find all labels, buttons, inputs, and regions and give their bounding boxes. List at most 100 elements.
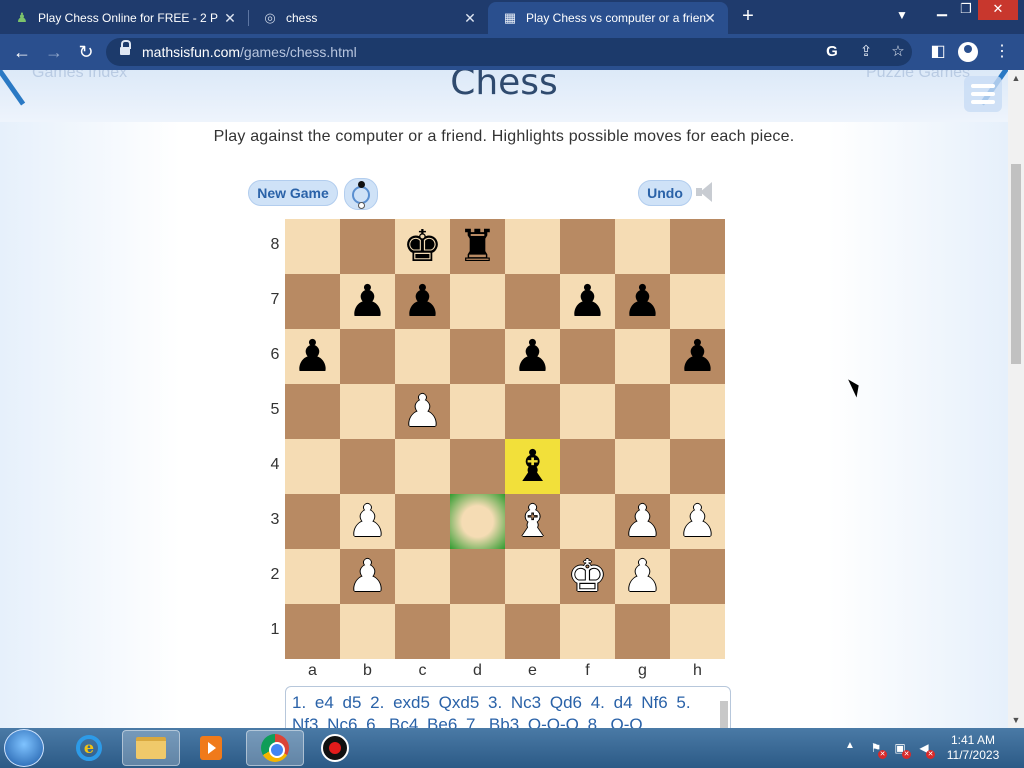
tab-chess-online[interactable]: ♟ Play Chess Online for FREE - 2 Pla ✕ [0,2,248,34]
square-d2[interactable] [450,549,505,604]
square-a3[interactable] [285,494,340,549]
share-icon[interactable]: ⇪ [856,42,876,62]
white-piece-e3[interactable]: ♝ [513,499,552,544]
square-c5[interactable]: ♟ [395,384,450,439]
square-b6[interactable] [340,329,395,384]
square-a6[interactable]: ♟ [285,329,340,384]
media-player-taskbar-item[interactable] [182,730,240,766]
black-piece-h6[interactable]: ♟ [678,334,717,379]
window-close-button[interactable]: ✕ [978,0,1018,20]
square-a2[interactable] [285,549,340,604]
square-h4[interactable] [670,439,725,494]
undo-button[interactable]: Undo [638,180,692,206]
square-a5[interactable] [285,384,340,439]
white-piece-b2[interactable]: ♟ [348,554,387,599]
white-piece-b3[interactable]: ♟ [348,499,387,544]
profile-avatar[interactable] [958,42,978,62]
bookmark-star-icon[interactable]: ☆ [888,42,908,62]
recorder-taskbar-item[interactable] [306,730,364,766]
square-b5[interactable] [340,384,395,439]
square-f4[interactable] [560,439,615,494]
difficulty-toggle-button[interactable] [344,178,378,210]
black-piece-e6[interactable]: ♟ [513,334,552,379]
new-tab-button[interactable]: + [738,6,758,26]
reload-button[interactable]: ↻ [74,40,98,64]
network-icon[interactable]: ▣ ✕ [892,740,911,759]
square-g8[interactable] [615,219,670,274]
menu-dots-icon[interactable]: ⋮ [990,40,1014,64]
chess-board[interactable]: ♚ ♜ ♟ ♟ ♟ ♟ ♟ ♟ ♟ ♟ ♝ ♟ ♝ ♟ ♟ ♟ ♚ ♟ [285,219,725,659]
file-explorer-taskbar-item[interactable] [122,730,180,766]
side-panel-icon[interactable]: ◧ [926,40,950,64]
square-d8[interactable]: ♜ [450,219,505,274]
tab-search-chevron-icon[interactable]: ▼ [896,8,908,22]
square-a4[interactable] [285,439,340,494]
sound-speaker-icon[interactable] [696,182,716,202]
square-c8[interactable]: ♚ [395,219,450,274]
square-g6[interactable] [615,329,670,384]
tab-play-chess-vs-computer[interactable]: ▦ Play Chess vs computer or a frien ✕ [488,2,728,34]
square-b8[interactable] [340,219,395,274]
show-hidden-icons-icon[interactable]: ▲ [845,740,855,751]
square-f1[interactable] [560,604,615,659]
black-piece-c8[interactable]: ♚ [403,224,442,269]
black-piece-g7[interactable]: ♟ [623,279,662,324]
black-piece-c7[interactable]: ♟ [403,279,442,324]
square-b7[interactable]: ♟ [340,274,395,329]
square-d6[interactable] [450,329,505,384]
square-f3[interactable] [560,494,615,549]
square-d5[interactable] [450,384,505,439]
square-g1[interactable] [615,604,670,659]
start-button[interactable] [4,729,44,767]
square-a1[interactable] [285,604,340,659]
white-piece-c5[interactable]: ♟ [403,389,442,434]
square-g7[interactable]: ♟ [615,274,670,329]
square-e5[interactable] [505,384,560,439]
url-field[interactable]: mathsisfun.com/games/chess.html G ⇪ ☆ [106,38,912,66]
square-e1[interactable] [505,604,560,659]
square-a7[interactable] [285,274,340,329]
square-h5[interactable] [670,384,725,439]
square-f6[interactable] [560,329,615,384]
black-piece-a6[interactable]: ♟ [293,334,332,379]
square-a8[interactable] [285,219,340,274]
google-icon[interactable]: G [822,42,842,62]
square-h1[interactable] [670,604,725,659]
tab-chess[interactable]: ◎ chess ✕ [248,2,488,34]
move-list[interactable]: 1. e4 d5 2. exd5 Qxd5 3. Nc3 Qd6 4. d4 N… [285,686,731,728]
square-b2[interactable]: ♟ [340,549,395,604]
system-clock[interactable]: 1:41 AM 11/7/2023 [940,733,1006,763]
action-center-icon[interactable]: ⚑ ✕ [868,740,887,759]
square-g4[interactable] [615,439,670,494]
square-d1[interactable] [450,604,505,659]
square-g5[interactable] [615,384,670,439]
square-c7[interactable]: ♟ [395,274,450,329]
square-f5[interactable] [560,384,615,439]
square-h8[interactable] [670,219,725,274]
square-e8[interactable] [505,219,560,274]
square-b1[interactable] [340,604,395,659]
scroll-thumb[interactable] [1011,164,1021,364]
move-list-scrollbar[interactable] [720,691,728,728]
close-icon[interactable]: ✕ [462,10,478,26]
black-piece-b7[interactable]: ♟ [348,279,387,324]
square-f8[interactable] [560,219,615,274]
square-g3[interactable]: ♟ [615,494,670,549]
square-c3[interactable] [395,494,450,549]
square-c1[interactable] [395,604,450,659]
square-c2[interactable] [395,549,450,604]
volume-muted-icon[interactable]: ◀ ✕ [916,740,935,759]
new-game-button[interactable]: New Game [248,180,338,206]
white-piece-g2[interactable]: ♟ [623,554,662,599]
square-e6[interactable]: ♟ [505,329,560,384]
square-d4[interactable] [450,439,505,494]
chrome-taskbar-item[interactable] [246,730,304,766]
page-scrollbar[interactable]: ▲ ▼ [1008,70,1024,728]
black-piece-e4[interactable]: ♝ [513,444,552,489]
scroll-down-arrow[interactable]: ▼ [1008,712,1024,728]
white-piece-h3[interactable]: ♟ [678,499,717,544]
square-e3[interactable]: ♝ [505,494,560,549]
square-h2[interactable] [670,549,725,604]
scroll-up-arrow[interactable]: ▲ [1008,70,1024,86]
forward-button[interactable]: → [42,40,66,64]
